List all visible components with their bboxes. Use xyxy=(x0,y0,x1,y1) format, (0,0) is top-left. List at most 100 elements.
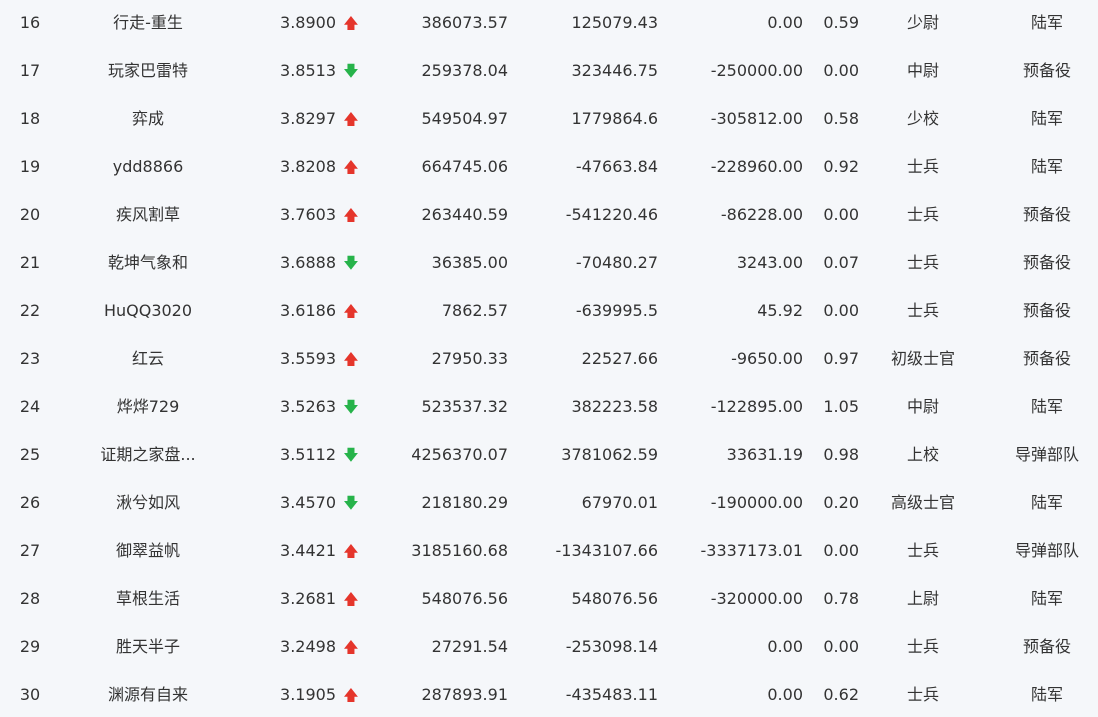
branch-name: 预备役 xyxy=(1022,205,1071,224)
transfer-value: -250000.00 xyxy=(710,61,803,80)
arrow-up-icon: 🡅 xyxy=(343,590,359,608)
arrow-up-icon: 🡅 xyxy=(343,638,359,656)
ratio-value: 0.59 xyxy=(823,13,859,32)
arrow-down-icon: 🡇 xyxy=(343,254,359,272)
profit-value: -1343107.66 xyxy=(555,541,658,560)
branch-name: 陆军 xyxy=(1030,493,1063,512)
player-name[interactable]: 行走-重生 xyxy=(60,0,236,47)
asset-value: 3185160.68 xyxy=(411,541,508,560)
table-row[interactable]: 26 湫兮如风 3.4570 🡇 218180.29 67970.01 -190000.00… xyxy=(0,479,1098,527)
branch-name: 导弹部队 xyxy=(1014,541,1079,560)
transfer-value: -228960.00 xyxy=(710,157,803,176)
score-value: 3.8900 xyxy=(280,13,336,32)
rank-cell: 19 xyxy=(19,157,41,176)
player-name[interactable]: 渊源有自来 xyxy=(60,671,236,717)
transfer-value: -320000.00 xyxy=(710,589,803,608)
military-rank: 士兵 xyxy=(906,301,939,320)
player-name[interactable]: 胜天半子 xyxy=(60,623,236,671)
transfer-value: -86228.00 xyxy=(720,205,803,224)
profit-value: 125079.43 xyxy=(571,13,658,32)
ratio-value: 0.07 xyxy=(823,253,859,272)
ratio-value: 0.00 xyxy=(823,637,859,656)
player-name[interactable]: 疾风割草 xyxy=(60,191,236,239)
rank-cell: 30 xyxy=(19,685,41,704)
table-row[interactable]: 29 胜天半子 3.2498 🡅 27291.54 -253098.14 0.00 0.00 士… xyxy=(0,623,1098,671)
rank-cell: 23 xyxy=(19,349,41,368)
player-name[interactable]: 弈成 xyxy=(60,95,236,143)
arrow-down-icon: 🡇 xyxy=(343,62,359,80)
arrow-down-icon: 🡇 xyxy=(343,398,359,416)
transfer-value: -3337173.01 xyxy=(700,541,803,560)
profit-value: -47663.84 xyxy=(575,157,658,176)
score-value: 3.4570 xyxy=(280,493,336,512)
branch-name: 预备役 xyxy=(1022,301,1071,320)
transfer-value: 3243.00 xyxy=(736,253,803,272)
profit-value: 3781062.59 xyxy=(561,445,658,464)
table-row[interactable]: 25 证期之家盘... 3.5112 🡇 4256370.07 3781062.59 336… xyxy=(0,431,1098,479)
player-name[interactable]: 红云 xyxy=(60,335,236,383)
player-name[interactable]: 草根生活 xyxy=(60,575,236,623)
arrow-up-icon: 🡅 xyxy=(343,110,359,128)
player-name[interactable]: 御翠益帆 xyxy=(60,527,236,575)
branch-name: 陆军 xyxy=(1030,589,1063,608)
asset-value: 4256370.07 xyxy=(411,445,508,464)
arrow-up-icon: 🡅 xyxy=(343,302,359,320)
transfer-value: 0.00 xyxy=(767,637,803,656)
arrow-up-icon: 🡅 xyxy=(343,350,359,368)
player-name[interactable]: 乾坤气象和 xyxy=(60,239,236,287)
asset-value: 664745.06 xyxy=(421,157,508,176)
ratio-value: 0.00 xyxy=(823,205,859,224)
transfer-value: -305812.00 xyxy=(710,109,803,128)
player-name[interactable]: 证期之家盘... xyxy=(60,431,236,479)
table-row[interactable]: 28 草根生活 3.2681 🡅 548076.56 548076.56 -320000.0… xyxy=(0,575,1098,623)
table-row[interactable]: 20 疾风割草 3.7603 🡅 263440.59 -541220.46 -86228.0… xyxy=(0,191,1098,239)
table-row[interactable]: 30 渊源有自来 3.1905 🡅 287893.91 -435483.11 0.00 0.6… xyxy=(0,671,1098,717)
table-row[interactable]: 23 红云 3.5593 🡅 27950.33 22527.66 -9650.00 0.97 初… xyxy=(0,335,1098,383)
table-row[interactable]: 21 乾坤气象和 3.6888 🡇 36385.00 -70480.27 3243.00 0.… xyxy=(0,239,1098,287)
rank-cell: 22 xyxy=(19,301,41,320)
branch-name: 导弹部队 xyxy=(1014,445,1079,464)
table-row[interactable]: 22 HuQQ3020 3.6186 🡅 7862.57 -639995.5 45.92 0.… xyxy=(0,287,1098,335)
branch-name: 陆军 xyxy=(1030,157,1063,176)
table-row[interactable]: 18 弈成 3.8297 🡅 549504.97 1779864.6 -305812.00 0… xyxy=(0,95,1098,143)
table-row[interactable]: 16 行走-重生 3.8900 🡅 386073.57 125079.43 0.00 0.59… xyxy=(0,0,1098,47)
arrow-up-icon: 🡅 xyxy=(343,14,359,32)
table-row[interactable]: 24 烨烨729 3.5263 🡇 523537.32 382223.58 -122895.… xyxy=(0,383,1098,431)
player-name[interactable]: ydd8866 xyxy=(60,143,236,191)
military-rank: 士兵 xyxy=(906,157,939,176)
asset-value: 386073.57 xyxy=(421,13,508,32)
asset-value: 27291.54 xyxy=(431,637,508,656)
military-rank: 士兵 xyxy=(906,205,939,224)
score-value: 3.6186 xyxy=(280,301,336,320)
score-value: 3.4421 xyxy=(280,541,336,560)
player-name[interactable]: 烨烨729 xyxy=(60,383,236,431)
transfer-value: 33631.19 xyxy=(726,445,803,464)
military-rank: 士兵 xyxy=(906,685,939,704)
player-name[interactable]: 湫兮如风 xyxy=(60,479,236,527)
table-row[interactable]: 19 ydd8866 3.8208 🡅 664745.06 -47663.84 -22896… xyxy=(0,143,1098,191)
ratio-value: 0.00 xyxy=(823,541,859,560)
table-row[interactable]: 17 玩家巴雷特 3.8513 🡇 259378.04 323446.75 -250000.… xyxy=(0,47,1098,95)
ranking-table: 16 行走-重生 3.8900 🡅 386073.57 125079.43 0.00 0.59… xyxy=(0,0,1098,717)
profit-value: 67970.01 xyxy=(581,493,658,512)
asset-value: 7862.57 xyxy=(441,301,508,320)
branch-name: 预备役 xyxy=(1022,349,1071,368)
branch-name: 陆军 xyxy=(1030,685,1063,704)
ratio-value: 0.00 xyxy=(823,61,859,80)
player-name[interactable]: 玩家巴雷特 xyxy=(60,47,236,95)
rank-cell: 20 xyxy=(19,205,41,224)
score-value: 3.8208 xyxy=(280,157,336,176)
rank-cell: 17 xyxy=(19,61,41,80)
ratio-value: 0.78 xyxy=(823,589,859,608)
player-name[interactable]: HuQQ3020 xyxy=(60,287,236,335)
branch-name: 预备役 xyxy=(1022,637,1071,656)
score-value: 3.6888 xyxy=(280,253,336,272)
table-row[interactable]: 27 御翠益帆 3.4421 🡅 3185160.68 -1343107.66 -33371… xyxy=(0,527,1098,575)
military-rank: 初级士官 xyxy=(890,349,955,368)
transfer-value: -9650.00 xyxy=(731,349,803,368)
branch-name: 预备役 xyxy=(1022,61,1071,80)
transfer-value: -122895.00 xyxy=(710,397,803,416)
asset-value: 36385.00 xyxy=(431,253,508,272)
asset-value: 548076.56 xyxy=(421,589,508,608)
profit-value: 548076.56 xyxy=(571,589,658,608)
